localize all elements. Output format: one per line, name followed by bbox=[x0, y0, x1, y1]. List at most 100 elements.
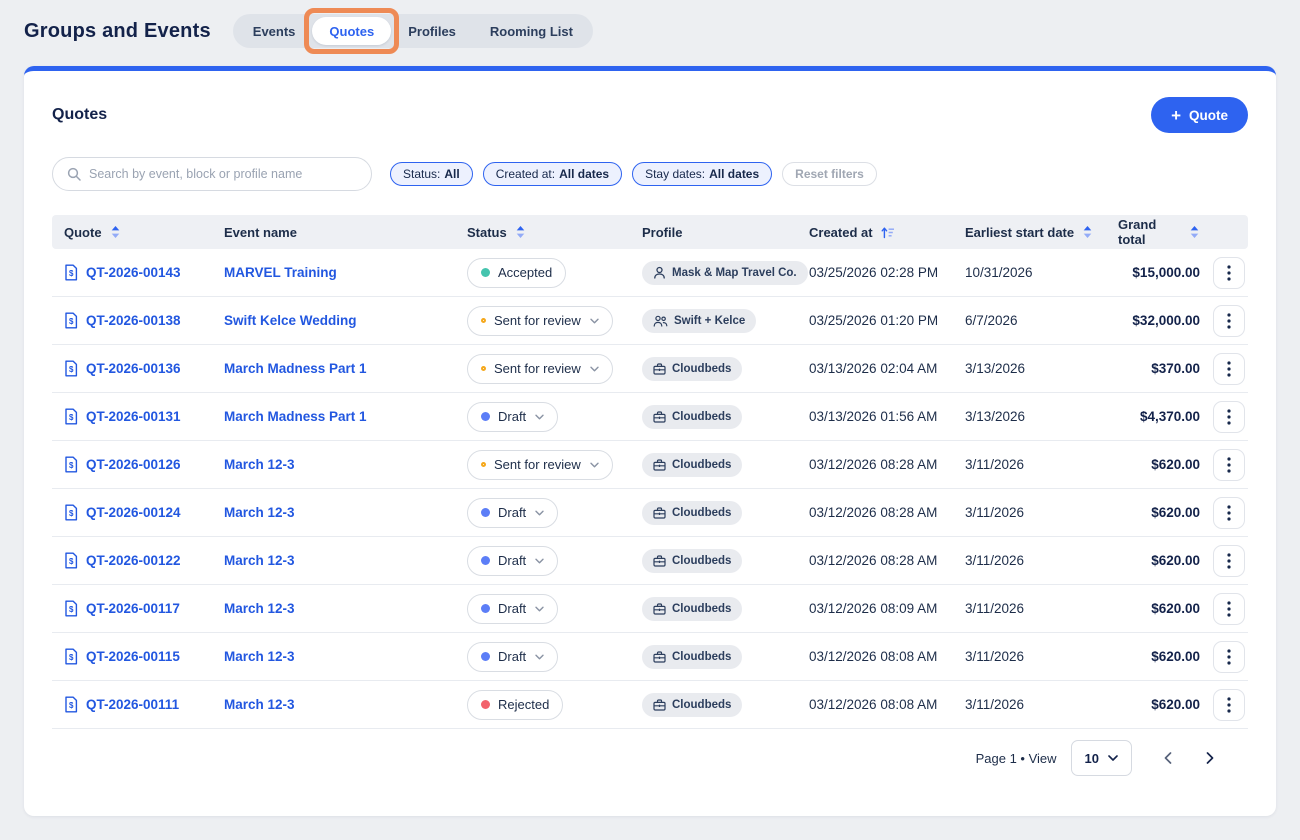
row-menu-button[interactable] bbox=[1213, 641, 1245, 673]
quote-link[interactable]: QT-2026-00115 bbox=[86, 649, 180, 664]
column-header-created-at[interactable]: Created at bbox=[797, 225, 953, 240]
quote-link[interactable]: QT-2026-00126 bbox=[86, 457, 181, 472]
event-link[interactable]: March 12-3 bbox=[224, 553, 295, 568]
status-dot bbox=[481, 462, 486, 467]
quote-link[interactable]: QT-2026-00124 bbox=[86, 505, 181, 520]
event-cell: March 12-3 bbox=[212, 697, 455, 712]
status-label: Sent for review bbox=[494, 361, 581, 376]
event-link[interactable]: March 12-3 bbox=[224, 697, 295, 712]
quote-link[interactable]: QT-2026-00122 bbox=[86, 553, 181, 568]
status-pill[interactable]: Draft bbox=[467, 594, 558, 624]
row-menu-button[interactable] bbox=[1213, 497, 1245, 529]
filter-chip-stay-dates[interactable]: Stay dates: All dates bbox=[632, 162, 772, 186]
quote-link[interactable]: QT-2026-00138 bbox=[86, 313, 181, 328]
quote-cell: $QT-2026-00138 bbox=[52, 312, 212, 329]
quote-cell: $QT-2026-00115 bbox=[52, 648, 212, 665]
quote-cell: $QT-2026-00136 bbox=[52, 360, 212, 377]
profile-chip[interactable]: Cloudbeds bbox=[642, 597, 742, 621]
event-link[interactable]: March 12-3 bbox=[224, 601, 295, 616]
status-pill[interactable]: Draft bbox=[467, 546, 558, 576]
filter-chip-status[interactable]: Status: All bbox=[390, 162, 473, 186]
quote-link[interactable]: QT-2026-00136 bbox=[86, 361, 181, 376]
quote-link[interactable]: QT-2026-00111 bbox=[86, 697, 179, 712]
profile-chip[interactable]: Cloudbeds bbox=[642, 693, 742, 717]
status-pill[interactable]: Sent for review bbox=[467, 306, 613, 336]
actions-cell bbox=[1210, 689, 1248, 721]
profile-chip[interactable]: Swift + Kelce bbox=[642, 309, 756, 333]
row-menu-button[interactable] bbox=[1213, 689, 1245, 721]
prev-page-button[interactable] bbox=[1154, 746, 1182, 770]
status-pill[interactable]: Sent for review bbox=[467, 450, 613, 480]
table-row: $QT-2026-00131March Madness Part 1DraftC… bbox=[52, 393, 1248, 441]
table-body: $QT-2026-00143MARVEL TrainingAcceptedMas… bbox=[52, 249, 1248, 729]
status-caret-icon bbox=[535, 510, 544, 516]
status-pill[interactable]: Rejected bbox=[467, 690, 563, 720]
event-link[interactable]: March Madness Part 1 bbox=[224, 361, 367, 376]
grand-total-cell: $620.00 bbox=[1106, 553, 1210, 568]
profile-chip[interactable]: Cloudbeds bbox=[642, 501, 742, 525]
search-box[interactable] bbox=[52, 157, 372, 191]
table-row: $QT-2026-00138 Swift Kelce Wedding Sent fo… bbox=[52, 297, 1248, 345]
filter-label: Status: bbox=[403, 167, 440, 181]
add-quote-button[interactable]: + Quote bbox=[1151, 97, 1248, 133]
grand-total-cell: $4,370.00 bbox=[1106, 409, 1210, 424]
row-menu-button[interactable] bbox=[1213, 545, 1245, 577]
column-header-grand-total[interactable]: Grand total bbox=[1106, 217, 1210, 247]
row-menu-button[interactable] bbox=[1213, 593, 1245, 625]
event-link[interactable]: MARVEL Training bbox=[224, 265, 337, 280]
table-row: $QT-2026-00126March 12-3Sent for reviewC… bbox=[52, 441, 1248, 489]
tab-rooming-list[interactable]: Rooming List bbox=[473, 17, 590, 45]
profile-chip[interactable]: Mask & Map Travel Co. bbox=[642, 261, 808, 285]
profile-chip[interactable]: Cloudbeds bbox=[642, 645, 742, 669]
column-header-status[interactable]: Status bbox=[455, 225, 630, 240]
row-menu-button[interactable] bbox=[1213, 257, 1245, 289]
column-header-quote[interactable]: Quote bbox=[52, 225, 212, 240]
profile-chip[interactable]: Cloudbeds bbox=[642, 405, 742, 429]
quote-link[interactable]: QT-2026-00117 bbox=[86, 601, 180, 616]
pagination: Page 1 • View 10 bbox=[976, 740, 1224, 776]
sort-icon[interactable] bbox=[1189, 225, 1200, 239]
row-menu-button[interactable] bbox=[1213, 449, 1245, 481]
quote-document-icon: $ bbox=[64, 696, 78, 713]
sort-icon[interactable] bbox=[515, 225, 526, 239]
status-pill[interactable]: Draft bbox=[467, 642, 558, 672]
event-link[interactable]: March 12-3 bbox=[224, 505, 295, 520]
event-cell: March Madness Part 1 bbox=[212, 409, 455, 424]
event-link[interactable]: March Madness Part 1 bbox=[224, 409, 367, 424]
profile-cell: Cloudbeds bbox=[630, 501, 797, 525]
status-pill[interactable]: Accepted bbox=[467, 258, 566, 288]
sort-active-icon[interactable] bbox=[881, 226, 895, 239]
start-date-cell: 3/11/2026 bbox=[953, 697, 1106, 712]
tab-events[interactable]: Events bbox=[236, 17, 313, 45]
people-icon bbox=[653, 315, 668, 327]
status-caret-icon bbox=[535, 414, 544, 420]
profile-chip[interactable]: Cloudbeds bbox=[642, 357, 742, 381]
row-menu-button[interactable] bbox=[1213, 305, 1245, 337]
profile-chip[interactable]: Cloudbeds bbox=[642, 549, 742, 573]
event-link[interactable]: March 12-3 bbox=[224, 649, 295, 664]
tab-profiles[interactable]: Profiles bbox=[391, 17, 473, 45]
sort-icon[interactable] bbox=[1082, 225, 1093, 239]
reset-filters-button[interactable]: Reset filters bbox=[782, 162, 877, 186]
status-pill[interactable]: Sent for review bbox=[467, 354, 613, 384]
start-date-cell: 3/11/2026 bbox=[953, 505, 1106, 520]
row-menu-button[interactable] bbox=[1213, 353, 1245, 385]
event-link[interactable]: Swift Kelce Wedding bbox=[224, 313, 357, 328]
sort-icon[interactable] bbox=[110, 225, 121, 239]
page-size-select[interactable]: 10 bbox=[1071, 740, 1132, 776]
filter-value: All dates bbox=[709, 167, 759, 181]
quote-link[interactable]: QT-2026-00143 bbox=[86, 265, 181, 280]
tab-quotes[interactable]: Quotes bbox=[312, 17, 391, 45]
event-link[interactable]: March 12-3 bbox=[224, 457, 295, 472]
quote-link[interactable]: QT-2026-00131 bbox=[86, 409, 181, 424]
profile-chip[interactable]: Cloudbeds bbox=[642, 453, 742, 477]
row-menu-button[interactable] bbox=[1213, 401, 1245, 433]
status-caret-icon bbox=[535, 654, 544, 660]
filter-chip-created-at[interactable]: Created at: All dates bbox=[483, 162, 622, 186]
quote-cell: $QT-2026-00143 bbox=[52, 264, 212, 281]
search-input[interactable] bbox=[89, 167, 357, 181]
column-header-earliest-start-date[interactable]: Earliest start date bbox=[953, 225, 1106, 240]
status-pill[interactable]: Draft bbox=[467, 402, 558, 432]
status-pill[interactable]: Draft bbox=[467, 498, 558, 528]
next-page-button[interactable] bbox=[1196, 746, 1224, 770]
